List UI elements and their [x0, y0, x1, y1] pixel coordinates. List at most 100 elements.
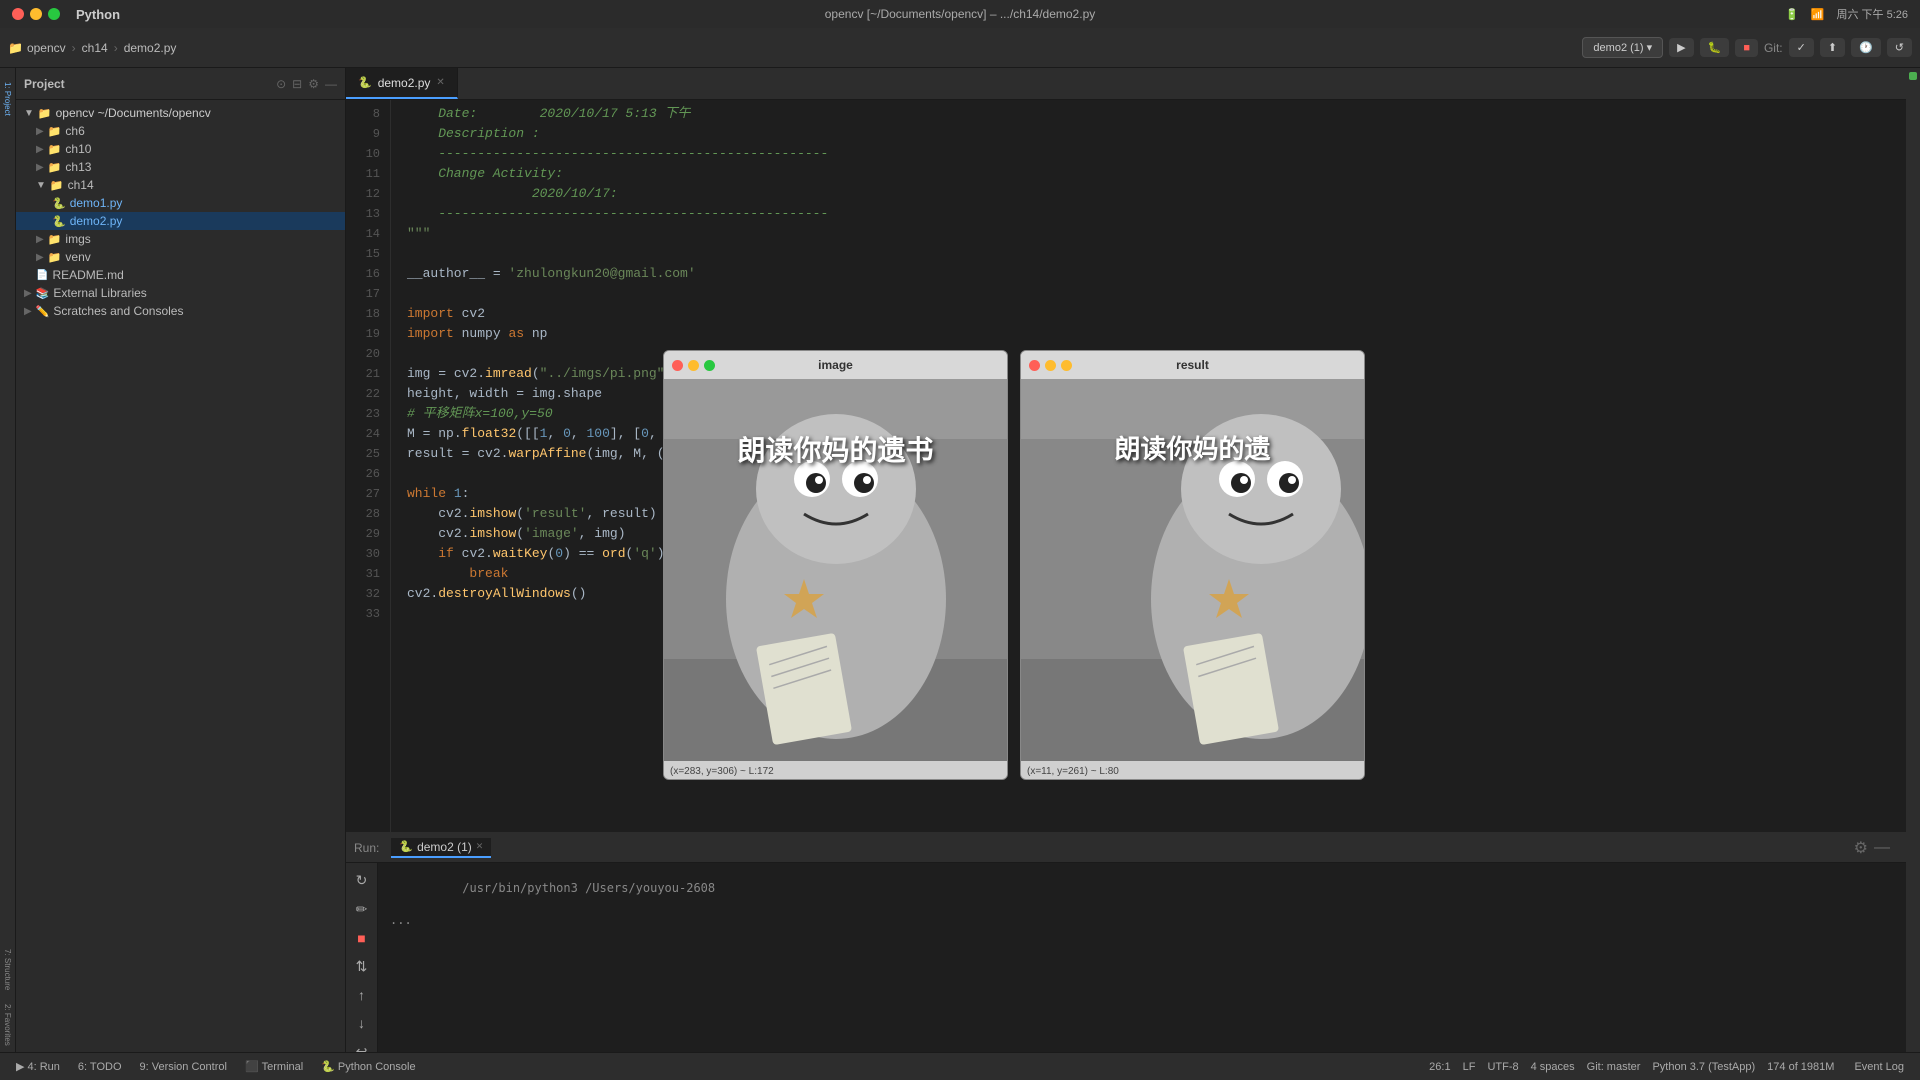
run-expand[interactable]: ... [390, 909, 1894, 927]
image-close-btn[interactable] [672, 360, 683, 371]
result-titlebar: result [1021, 351, 1364, 379]
min-traffic-btn[interactable] [30, 8, 42, 20]
tree-ch10[interactable]: ▶ 📁 ch10 [16, 140, 345, 158]
scratches-expand-icon: ▶ [24, 306, 32, 317]
result-close-btn[interactable] [1029, 360, 1040, 371]
image-window-title: image [818, 358, 853, 372]
run-tab-demo2[interactable]: 🐍 demo2 (1) ✕ [391, 838, 491, 858]
panel-header: Project ⊙ ⊟ ⚙ — [16, 68, 345, 100]
run-config-dropdown[interactable]: demo2 (1) ▾ [1582, 37, 1663, 58]
tree-scratches[interactable]: ▶ ✏️ Scratches and Consoles [16, 302, 345, 320]
encoding: UTF-8 [1487, 1061, 1518, 1073]
terminal-icon: ⬛ [245, 1060, 259, 1073]
root-label[interactable]: opencv [27, 41, 66, 55]
file-tree: ▼ 📁 opencv ~/Documents/opencv ▶ 📁 ch6 ▶ … [16, 100, 345, 1052]
venv-label: venv [65, 250, 90, 264]
max-traffic-btn[interactable] [48, 8, 60, 20]
tree-venv[interactable]: ▶ 📁 venv [16, 248, 345, 266]
python-version: Python 3.7 (TestApp) [1652, 1061, 1755, 1073]
terminal-btn[interactable]: ⬛ Terminal [237, 1058, 311, 1075]
titlebar-right: 🔋 📶 周六 下午 5:26 [1785, 6, 1908, 22]
locate-file-icon[interactable]: ⊙ [276, 77, 286, 91]
result-min-btn[interactable] [1045, 360, 1056, 371]
favorites-side-icon[interactable]: 2: Favorites [1, 998, 14, 1052]
run-tab-label: demo2 (1) [417, 840, 472, 854]
image-overlay-text: 朗读你妈的遗书 [737, 429, 933, 469]
line-ending: LF [1463, 1061, 1476, 1073]
image-status: (x=283, y=306) ~ L:172 [664, 761, 1007, 780]
demo1-icon: 🐍 [52, 197, 66, 210]
readme-icon: 📄 [36, 270, 48, 281]
structure-side-icon[interactable]: 7: Structure [1, 943, 14, 996]
tree-ch6[interactable]: ▶ 📁 ch6 [16, 122, 345, 140]
tab-close-btn[interactable]: ✕ [436, 77, 444, 88]
git-check-button[interactable]: ✓ [1789, 38, 1814, 57]
git-push-button[interactable]: ⬆ [1820, 38, 1845, 57]
right-gutter [1906, 68, 1920, 1052]
rerun-btn[interactable]: ↻ [353, 869, 371, 892]
stop-run-btn[interactable]: ■ [354, 927, 368, 949]
settings-icon[interactable]: ⚙ [308, 77, 319, 91]
debug-button[interactable]: 🐛 [1700, 38, 1730, 57]
result-traffic [1029, 360, 1072, 371]
run-toolbar: ↻ ✏ ■ ⇅ ↑ ↓ ↩ 📌 [346, 863, 378, 1052]
image-min-btn[interactable] [688, 360, 699, 371]
battery-icon: 🔋 [1785, 8, 1799, 21]
down-btn[interactable]: ↓ [355, 1012, 368, 1034]
tree-demo2[interactable]: 🐍 demo2.py [16, 212, 345, 230]
python-console-btn[interactable]: 🐍 Python Console [313, 1058, 423, 1075]
close-traffic-btn[interactable] [12, 8, 24, 20]
python-console-icon: 🐍 [321, 1060, 335, 1073]
ch6-expand-icon: ▶ [36, 126, 44, 137]
tree-ch13[interactable]: ▶ 📁 ch13 [16, 158, 345, 176]
scratches-label: Scratches and Consoles [53, 304, 183, 318]
result-window-title: result [1176, 358, 1209, 372]
git-rollback-button[interactable]: ↺ [1887, 38, 1912, 57]
event-log-btn[interactable]: Event Log [1846, 1059, 1912, 1075]
tree-external-libs[interactable]: ▶ 📚 External Libraries [16, 284, 345, 302]
root-expand-icon: ▼ [24, 108, 34, 119]
titlebar: Python opencv [~/Documents/opencv] – ...… [0, 0, 1920, 28]
hide-panel-icon[interactable]: — [1874, 839, 1890, 857]
wrap-btn[interactable]: ↩ [353, 1040, 371, 1052]
tree-imgs[interactable]: ▶ 📁 imgs [16, 230, 345, 248]
run-panel: Run: 🐍 demo2 (1) ✕ ⚙ — ↻ ✏ ■ ⇅ ↑ [346, 832, 1906, 1052]
demo2-label: demo2.py [70, 214, 123, 228]
run-button[interactable]: ▶ [1669, 38, 1693, 57]
tree-root[interactable]: ▼ 📁 opencv ~/Documents/opencv [16, 104, 345, 122]
venv-expand-icon: ▶ [36, 252, 44, 263]
image-window[interactable]: image [663, 350, 1008, 780]
vc-label: 9: Version Control [140, 1061, 227, 1073]
ch14-folder-icon: 📁 [50, 179, 64, 192]
tree-readme[interactable]: 📄 README.md [16, 266, 345, 284]
root-label: opencv ~/Documents/opencv [56, 106, 211, 120]
bottom-right: 26:1 LF UTF-8 4 spaces Git: master Pytho… [1429, 1059, 1912, 1075]
tree-ch14[interactable]: ▼ 📁 ch14 [16, 176, 345, 194]
git-history-button[interactable]: 🕐 [1851, 38, 1881, 57]
hide-panel-icon[interactable]: — [325, 77, 337, 91]
run-bottom-btn[interactable]: ▶ 4: Run [8, 1058, 68, 1075]
stop-button[interactable]: ■ [1735, 39, 1758, 57]
git-branch[interactable]: Git: master [1587, 1061, 1641, 1073]
run-tab-close[interactable]: ✕ [476, 841, 484, 852]
folder-label[interactable]: ch14 [82, 41, 108, 55]
file-label[interactable]: demo2.py [124, 41, 177, 55]
collapse-icon[interactable]: ⊟ [292, 77, 302, 91]
result-max-btn [1061, 360, 1072, 371]
tab-demo2[interactable]: 🐍 demo2.py ✕ [346, 68, 458, 99]
up-btn[interactable]: ↑ [355, 984, 368, 1006]
extlibs-icon: 📚 [36, 287, 50, 300]
ch14-label: ch14 [68, 178, 94, 192]
sort-btn[interactable]: ⇅ [353, 955, 371, 978]
tree-demo1[interactable]: 🐍 demo1.py [16, 194, 345, 212]
demo1-label: demo1.py [70, 196, 123, 210]
edit-run-btn[interactable]: ✏ [353, 898, 371, 921]
project-side-icon[interactable]: 1: Project [1, 76, 14, 122]
ch10-expand-icon: ▶ [36, 144, 44, 155]
todo-btn[interactable]: 6: TODO [70, 1059, 130, 1075]
result-window[interactable]: result 朗读你妈的遗 [1020, 350, 1365, 780]
settings-icon[interactable]: ⚙ [1854, 838, 1868, 858]
toolbar-right: demo2 (1) ▾ ▶ 🐛 ■ Git: ✓ ⬆ 🕐 ↺ [1582, 37, 1912, 58]
imgs-label: imgs [65, 232, 90, 246]
vc-btn[interactable]: 9: Version Control [132, 1059, 235, 1075]
